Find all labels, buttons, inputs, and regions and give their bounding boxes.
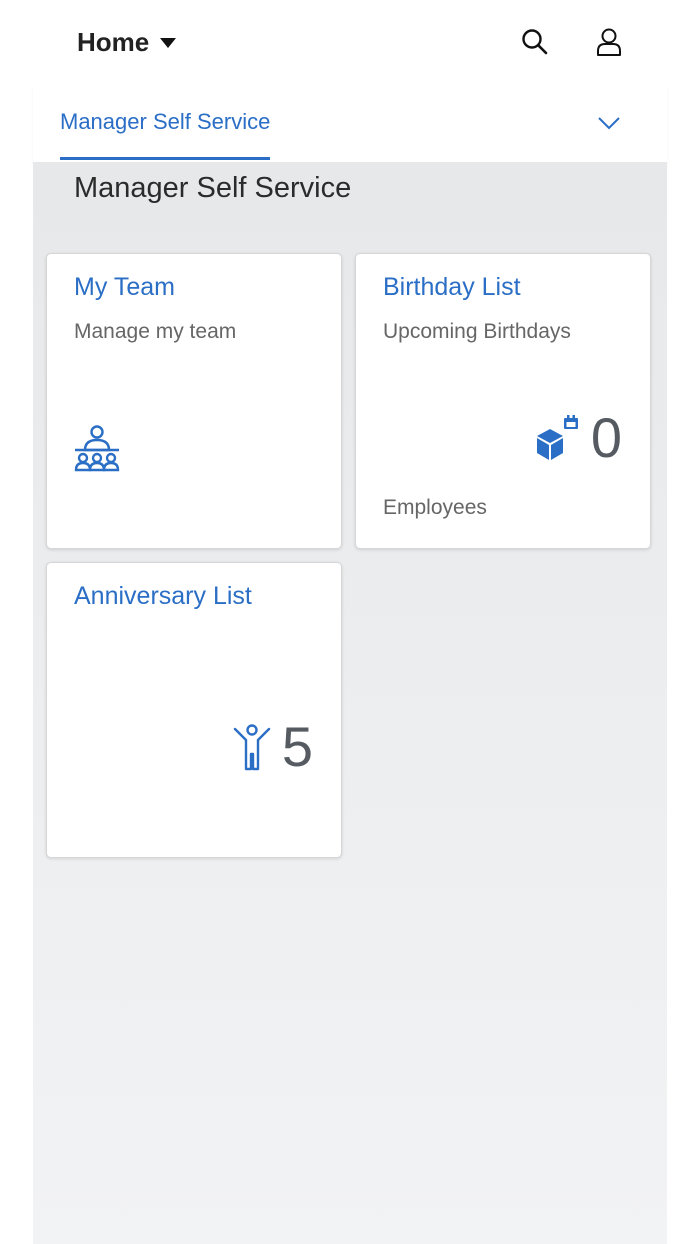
tile-title: Anniversary List bbox=[74, 582, 252, 610]
tile-anniversary-list[interactable]: Anniversary List 5 bbox=[46, 562, 342, 858]
home-menu-button[interactable]: Home bbox=[77, 22, 177, 62]
shell-header: Home bbox=[0, 0, 700, 86]
tab-manager-self-service[interactable]: Manager Self Service bbox=[60, 86, 271, 160]
page-tab-bar: Manager Self Service bbox=[33, 86, 667, 163]
gift-box-icon bbox=[536, 415, 578, 460]
tile-kpi-value: 5 bbox=[281, 715, 313, 778]
search-button[interactable] bbox=[520, 27, 550, 57]
tile-birthday-list[interactable]: Birthday List Upcoming Birthdays 0 Emplo… bbox=[355, 253, 651, 549]
home-title: Home bbox=[77, 26, 150, 57]
tile-subtitle: Upcoming Birthdays bbox=[383, 320, 571, 343]
tile-title: Birthday List bbox=[383, 273, 521, 301]
tile-subtitle: Manage my team bbox=[74, 320, 237, 343]
tile-footer: Employees bbox=[383, 496, 487, 519]
team-icon bbox=[74, 425, 120, 472]
section-title: Manager Self Service bbox=[74, 172, 352, 204]
user-icon bbox=[597, 28, 621, 56]
person-cheering-icon bbox=[233, 724, 271, 771]
kpi-block: 0 bbox=[533, 406, 622, 470]
tab-overflow-button[interactable] bbox=[596, 110, 622, 136]
chevron-down-icon bbox=[598, 117, 620, 130]
user-profile-button[interactable] bbox=[594, 27, 624, 57]
launchpad-content: Manager Self Service My Team Manage my t… bbox=[33, 162, 667, 1244]
tile-kpi-value: 0 bbox=[590, 406, 622, 469]
tile-title: My Team bbox=[74, 273, 175, 301]
caret-down-icon bbox=[160, 38, 177, 48]
tile-my-team[interactable]: My Team Manage my team bbox=[46, 253, 342, 549]
kpi-block: 5 bbox=[232, 715, 313, 779]
search-icon bbox=[522, 29, 548, 55]
